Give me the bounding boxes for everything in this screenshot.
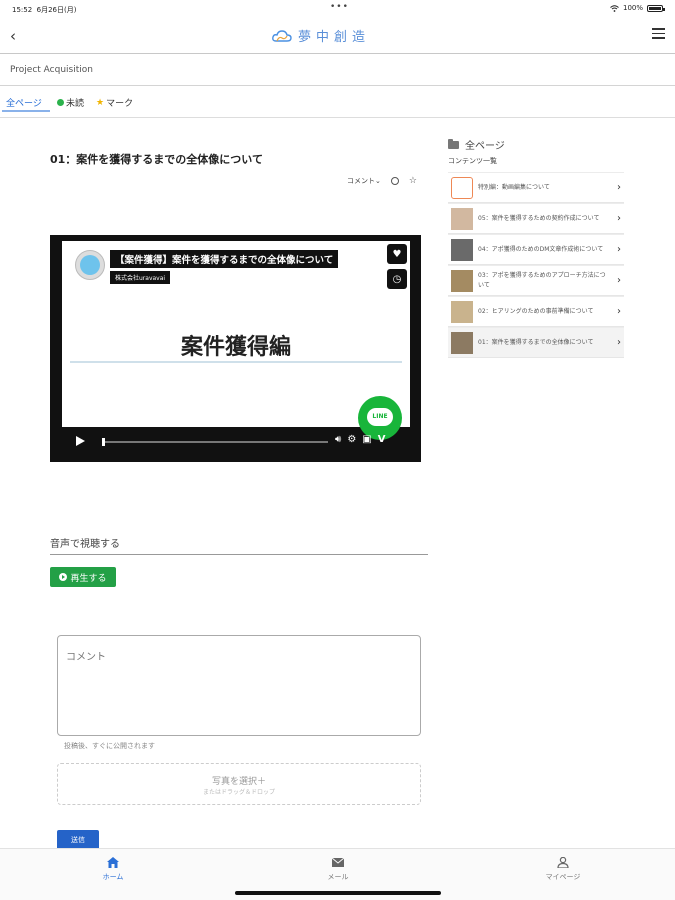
nav-mail-label: メール [327,873,349,881]
tab-all-label: 全ページ [6,99,42,109]
audio-label: 音声で視聴する [50,539,120,550]
status-right: 100% [610,4,665,12]
nav-home[interactable]: ホーム [83,857,143,882]
user-icon [557,857,569,868]
course-breadcrumb: Project Acquisition [0,56,675,86]
lesson-thumbnail [451,176,473,199]
lesson-list-item[interactable]: 05：案件を獲得するための契約作成について › [448,203,624,234]
comment-hint: 投稿後、すぐに公開されます [64,742,155,750]
lesson-label: 05：案件を獲得するための契約作成について [478,214,600,222]
video-title[interactable]: 【案件獲得】案件を獲得するまでの全体像について [110,250,339,268]
lesson-label: 特別編：動画編集について [478,183,550,191]
vimeo-logo-icon[interactable]: V [378,434,386,445]
lesson-list: 特別編：動画編集について › 05：案件を獲得するための契約作成について › 0… [448,172,624,358]
video-controls: 04:01 🔊︎ ⚙︎ ▣ V [50,421,421,452]
channel-avatar[interactable] [75,250,105,280]
slide-divider [70,361,402,363]
tab-marked[interactable]: ★ マーク [96,96,134,110]
home-icon [107,857,119,868]
lesson-thumbnail [451,300,473,323]
send-button[interactable]: 送信 [57,830,99,850]
chevron-right-icon: › [617,306,621,317]
nav-mypage-label: マイページ [545,873,581,881]
video-player[interactable]: 【案件獲得】案件を獲得するまでの全体像について 株式会社uravavai 案件獲… [50,235,421,462]
lesson-label: 04：アポ獲得のためのDM文章作成術について [478,245,604,253]
settings-gear-icon[interactable]: ⚙︎ [347,434,356,445]
comment-dropdown[interactable]: コメント⌄ [347,176,381,186]
mail-icon [332,857,344,867]
back-chevron-icon[interactable]: ‹ [10,27,16,45]
status-time: 15:52 6月26日(月) [12,6,77,14]
brand-name: 夢中創造 [298,30,371,45]
tab-marked-label: マーク [106,99,134,109]
breadcrumb-title[interactable]: Project Acquisition [10,65,93,75]
nav-mail[interactable]: メール [308,857,368,882]
cloud-logo-icon [272,29,292,42]
lesson-thumbnail [451,331,473,354]
lesson-list-item[interactable]: 02：ヒアリングのための事前準備について › [448,296,624,327]
tab-unread[interactable]: 未読 [57,96,84,109]
battery-percent: 100% [622,4,643,12]
lesson-thumbnail [451,238,473,261]
play-circle-icon [59,573,68,581]
bookmark-star-icon[interactable]: ☆ [409,176,417,186]
sidebar-heading-label: 全ページ [465,141,505,152]
star-icon: ★ [96,97,105,108]
green-dot-icon [57,99,64,106]
play-icon[interactable] [76,436,85,446]
chevron-down-icon: ⌄ [375,177,381,185]
tab-unread-label: 未読 [66,99,85,109]
chevron-right-icon: › [617,182,621,193]
multitask-dots[interactable]: ••• [330,2,349,12]
photo-dropzone[interactable]: 写真を選択＋ またはドラッグ＆ドロップ [57,763,421,805]
lesson-label: 01：案件を獲得するまでの全体像について [478,338,594,346]
tab-all-pages[interactable]: 全ページ [6,96,42,109]
lesson-label: 02：ヒアリングのための事前準備について [478,307,594,315]
chevron-right-icon: › [617,213,621,224]
clock-icon[interactable]: ◷ [387,269,407,289]
play-audio-label: 再生する [70,573,107,584]
pip-icon[interactable]: ▣ [362,434,371,445]
folder-icon [448,138,459,149]
lesson-list-item[interactable]: 特別編：動画編集について › [448,172,624,203]
volume-icon[interactable]: 🔊︎ [335,434,341,445]
lesson-title: 01：案件を獲得するまでの全体像について [50,153,263,166]
lesson-label: 03：アポを獲得するためのアプローチ方法について [478,271,606,289]
play-audio-button[interactable]: 再生する [50,567,116,587]
lesson-thumbnail [451,269,473,292]
lesson-actions: コメント⌄ ☆ [347,176,417,186]
chevron-right-icon: › [617,244,621,255]
audio-divider [50,554,428,555]
lesson-list-item[interactable]: 03：アポを獲得するためのアプローチ方法について › [448,265,624,296]
progress-scrubber[interactable] [102,438,328,446]
lesson-list-item[interactable]: 04：アポ獲得のためのDM文章作成術について › [448,234,624,265]
wifi-icon [610,4,619,12]
read-status-circle-icon[interactable] [390,177,399,185]
time-tooltip: 04:01 [102,421,117,427]
comment-input[interactable] [57,635,421,736]
sidebar-subheading: コンテンツ一覧 [448,157,497,165]
nav-mypage[interactable]: マイページ [533,857,593,882]
heart-icon[interactable]: ♥ [387,244,407,264]
nav-home-label: ホーム [102,873,124,881]
lesson-thumbnail [451,207,473,230]
app-header: ‹ 夢中創造 [0,18,675,54]
photo-select-label: 写真を選択＋ [211,777,266,787]
home-indicator[interactable] [235,891,441,895]
video-channel[interactable]: 株式会社uravavai [110,271,171,284]
slide-heading: 案件獲得編 [180,334,291,360]
chevron-right-icon: › [617,275,621,286]
filter-tabs: 全ページ 未読 ★ マーク [0,88,675,118]
chevron-right-icon: › [617,337,621,348]
hamburger-menu-icon[interactable] [652,28,665,39]
photo-drop-label: またはドラッグ＆ドロップ [202,789,275,796]
status-bar: 15:52 6月26日(月) ••• 100% [0,0,675,18]
sidebar-heading: 全ページ [448,137,505,152]
battery-icon [647,4,665,12]
video-slide: 【案件獲得】案件を獲得するまでの全体像について 株式会社uravavai 案件獲… [62,241,410,427]
lesson-list-item-current[interactable]: 01：案件を獲得するまでの全体像について › [448,327,624,358]
control-icons: 🔊︎ ⚙︎ ▣ V [335,434,385,445]
brand-logo[interactable]: 夢中創造 [272,26,370,45]
active-tab-underline [2,110,50,112]
